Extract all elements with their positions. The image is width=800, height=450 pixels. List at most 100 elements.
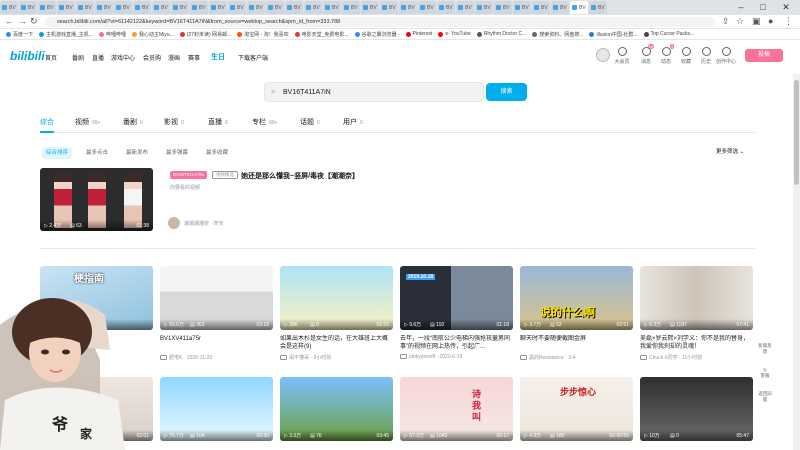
forward-icon[interactable]: →: [18, 16, 27, 26]
video-thumbnail[interactable]: ▷ 75.7万 ▤ 104 00:30: [160, 377, 273, 441]
browser-tab[interactable]: BV: [456, 1, 474, 14]
uploader-name[interactable]: 潮潮潮潮奈 · 昨天: [184, 220, 223, 227]
browser-tab[interactable]: BV: [38, 1, 56, 14]
browser-tab-active[interactable]: BV: [570, 1, 588, 14]
browser-tab[interactable]: BV: [399, 1, 417, 14]
customer-service-button[interactable]: ◎ 客服: [757, 367, 773, 379]
close-window-button[interactable]: ✕: [775, 0, 797, 15]
bookmark-item[interactable]: 主机游戏直播_主机...: [39, 31, 93, 38]
browser-tab[interactable]: BV: [475, 1, 493, 14]
dynamic-menu[interactable]: 3 动态: [656, 44, 676, 65]
browser-tab[interactable]: BV: [513, 1, 531, 14]
creator-center-menu[interactable]: 创作中心: [716, 47, 736, 65]
maximize-button[interactable]: □: [752, 0, 774, 15]
video-meta[interactable]: pinkyplssoff · 2020-6-19: [400, 354, 462, 360]
upload-button[interactable]: 投稿: [745, 49, 783, 62]
tab-topic[interactable]: 话题 0: [300, 117, 320, 127]
tab-article[interactable]: 专栏 99+: [252, 117, 277, 127]
video-thumbnail[interactable]: ▷ 386 ▤ 0 02:55: [280, 266, 393, 330]
video-meta[interactable]: Chuck·b同学 · 11小时前: [640, 354, 702, 361]
bookmark-item[interactable]: 淘宝网 - 淘！我喜欢: [237, 31, 289, 38]
nav-home[interactable]: 首页: [45, 53, 57, 62]
browser-tab[interactable]: BV: [247, 1, 265, 14]
back-icon[interactable]: ←: [5, 16, 14, 26]
bookmark-item[interactable]: Pinterest: [405, 31, 432, 37]
tab-film[interactable]: 影视 0: [164, 117, 184, 127]
bookmark-item[interactable]: 电影天堂_免费电影...: [294, 31, 349, 38]
minimize-button[interactable]: –: [730, 0, 752, 15]
search-input[interactable]: [283, 86, 478, 99]
video-meta[interactable]: 肥宅K · 2020-11-29: [160, 354, 212, 361]
more-filter-button[interactable]: 更多筛选 ⌄: [716, 147, 744, 155]
tab-video[interactable]: 视频 99+: [75, 117, 100, 127]
video-thumbnail[interactable]: 2019.10.18 ▷ 9.6万 ▤ 192 01:18: [400, 266, 513, 330]
nav-birthday[interactable]: 生日: [211, 52, 225, 62]
browser-tab[interactable]: BV: [418, 1, 436, 14]
video-title[interactable]: 如果出木杉是女生的话，在大雄班上大概会是这样(9): [280, 335, 393, 351]
scrollbar-thumb[interactable]: [794, 80, 799, 185]
video-thumbnail[interactable]: 说的什么啊 ▷ 3.7万 ▤ 52 02:51: [520, 266, 633, 330]
tab-user[interactable]: 用户 0: [343, 117, 363, 127]
nav-live[interactable]: 直播: [92, 53, 104, 62]
nav-esports[interactable]: 赛事: [188, 53, 200, 62]
bookmark-star-icon[interactable]: ☆: [736, 16, 744, 27]
browser-tab[interactable]: BV: [133, 1, 151, 14]
sort-newest[interactable]: 最新发布: [122, 147, 152, 159]
video-thumbnail[interactable]: ▷ 6.3万 ▤ 1187 07:41: [640, 266, 753, 330]
browser-tab[interactable]: BV: [361, 1, 379, 14]
bookmark-item[interactable]: (27封未读) 网易邮...: [179, 31, 231, 38]
video-thumbnail[interactable]: ▷ 10万 ▤ 0 05:47: [640, 377, 753, 441]
browser-tab[interactable]: BV: [228, 1, 246, 14]
messages-menu[interactable]: 99 消息: [636, 44, 656, 65]
browser-tab[interactable]: BV: [532, 1, 550, 14]
browser-tab[interactable]: BV: [494, 1, 512, 14]
nav-anime[interactable]: 番剧: [72, 53, 84, 62]
bilibili-logo[interactable]: bilibili: [10, 49, 45, 63]
browser-tab[interactable]: BV: [551, 1, 569, 14]
browser-tab[interactable]: BV: [323, 1, 341, 14]
video-meta[interactable]: 黑的Resistance · 3-4: [520, 354, 575, 361]
video-title[interactable]: BV1XV411a75r: [160, 335, 273, 351]
browser-tab[interactable]: BV: [209, 1, 227, 14]
tab-bangumi[interactable]: 番剧 0: [123, 117, 143, 127]
history-menu[interactable]: 历史: [696, 47, 716, 65]
feedback-button[interactable]: 新版反馈: [757, 343, 773, 355]
tab-live[interactable]: 直播 0: [208, 117, 228, 127]
browser-tab[interactable]: BV: [342, 1, 360, 14]
browser-tab[interactable]: BV: [589, 1, 607, 14]
nav-game-center[interactable]: 游戏中心: [111, 53, 135, 62]
bookmark-item[interactable]: 我心动主Miyu...: [131, 31, 174, 38]
reload-icon[interactable]: ↻: [30, 16, 38, 27]
uploader-avatar[interactable]: [168, 217, 180, 229]
video-thumbnail[interactable]: 诗 我 叫 ▷ 57.3万 ▤ 1043 02:17: [400, 377, 513, 441]
video-meta[interactable]: 闹不懂哥 · 3小时前: [280, 354, 331, 361]
video-title[interactable]: 吴磊×罗云熙×刘学义：你不是我的替身，我爱你我刹却的灵魂！: [640, 335, 753, 351]
video-thumbnail[interactable]: ▷ 3.3万 ▤ 76 03:45: [280, 377, 393, 441]
extensions-icon[interactable]: ▣: [752, 16, 761, 27]
video-title[interactable]: 去年，一段“南航公少电梯内强抢孩童男同事”的视频在网上热传，引起广...: [400, 335, 513, 351]
browser-tab[interactable]: BV: [266, 1, 284, 14]
bookmark-item[interactable]: e- YouTube: [438, 31, 471, 37]
favorites-menu[interactable]: 收藏: [676, 47, 696, 65]
browser-tab[interactable]: BV: [19, 1, 37, 14]
browser-tab[interactable]: BV: [57, 1, 75, 14]
vip-menu[interactable]: 大会员: [612, 47, 632, 65]
browser-tab[interactable]: BV: [0, 1, 18, 14]
bookmark-item[interactable]: 搜索资料、网盘搜...: [532, 31, 583, 38]
bookmark-item[interactable]: 谷歌之翼浏览器 -: [354, 31, 400, 38]
search-button[interactable]: 搜索: [486, 83, 527, 101]
sort-default[interactable]: 综合排序: [42, 147, 73, 159]
nav-manga[interactable]: 漫画: [168, 53, 180, 62]
url-field[interactable]: search.bilibili.com/all?vt=61142122&keyw…: [45, 17, 715, 27]
browser-tab[interactable]: BV: [190, 1, 208, 14]
browser-tab[interactable]: BV: [114, 1, 132, 14]
user-avatar[interactable]: [596, 48, 610, 62]
share-icon[interactable]: ⇪: [722, 16, 730, 27]
sort-most-favorites[interactable]: 最多收藏: [202, 147, 232, 159]
sort-most-clicks[interactable]: 最多点击: [82, 147, 112, 159]
browser-tab[interactable]: BV: [76, 1, 94, 14]
nav-mall[interactable]: 会员购: [143, 53, 161, 62]
video-title[interactable]: 聊天时不要随便截图金屏: [520, 335, 633, 351]
browser-tab[interactable]: BV: [95, 1, 113, 14]
bookmark-item[interactable]: 哔哩哔哩: [98, 31, 126, 38]
